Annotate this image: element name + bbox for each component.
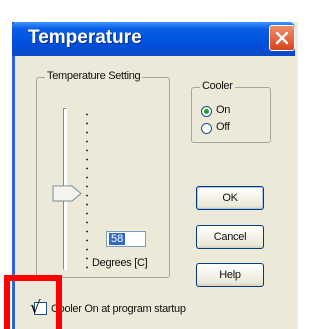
help-button[interactable]: Help [196,263,264,287]
temperature-value: 58 [109,233,126,245]
temperature-value-field[interactable]: 58 [106,231,146,247]
cooler-off-radio[interactable] [201,123,212,134]
cooler-group-label: Cooler [200,80,235,92]
window-title: Temperature [28,27,142,48]
cooler-on-label: On [216,104,231,116]
red-highlight-box [4,275,62,329]
close-button[interactable] [269,25,295,51]
temperature-setting-label: Temperature Setting [45,70,143,82]
title-bar[interactable]: Temperature [12,22,295,56]
ok-button[interactable]: OK [196,186,264,210]
cooler-on-radio[interactable] [201,106,212,117]
radio-selected-dot [204,109,209,114]
startup-checkbox-label[interactable]: Cooler On at program startup [51,303,186,315]
temperature-slider-thumb[interactable] [52,185,82,202]
slider-ticks [86,110,88,270]
cooler-off-label: Off [216,121,230,133]
temperature-setting-group: Temperature Setting [36,70,170,278]
degrees-label: Degrees [C] [92,257,148,269]
close-icon [275,31,289,45]
cancel-button[interactable]: Cancel [196,225,264,249]
